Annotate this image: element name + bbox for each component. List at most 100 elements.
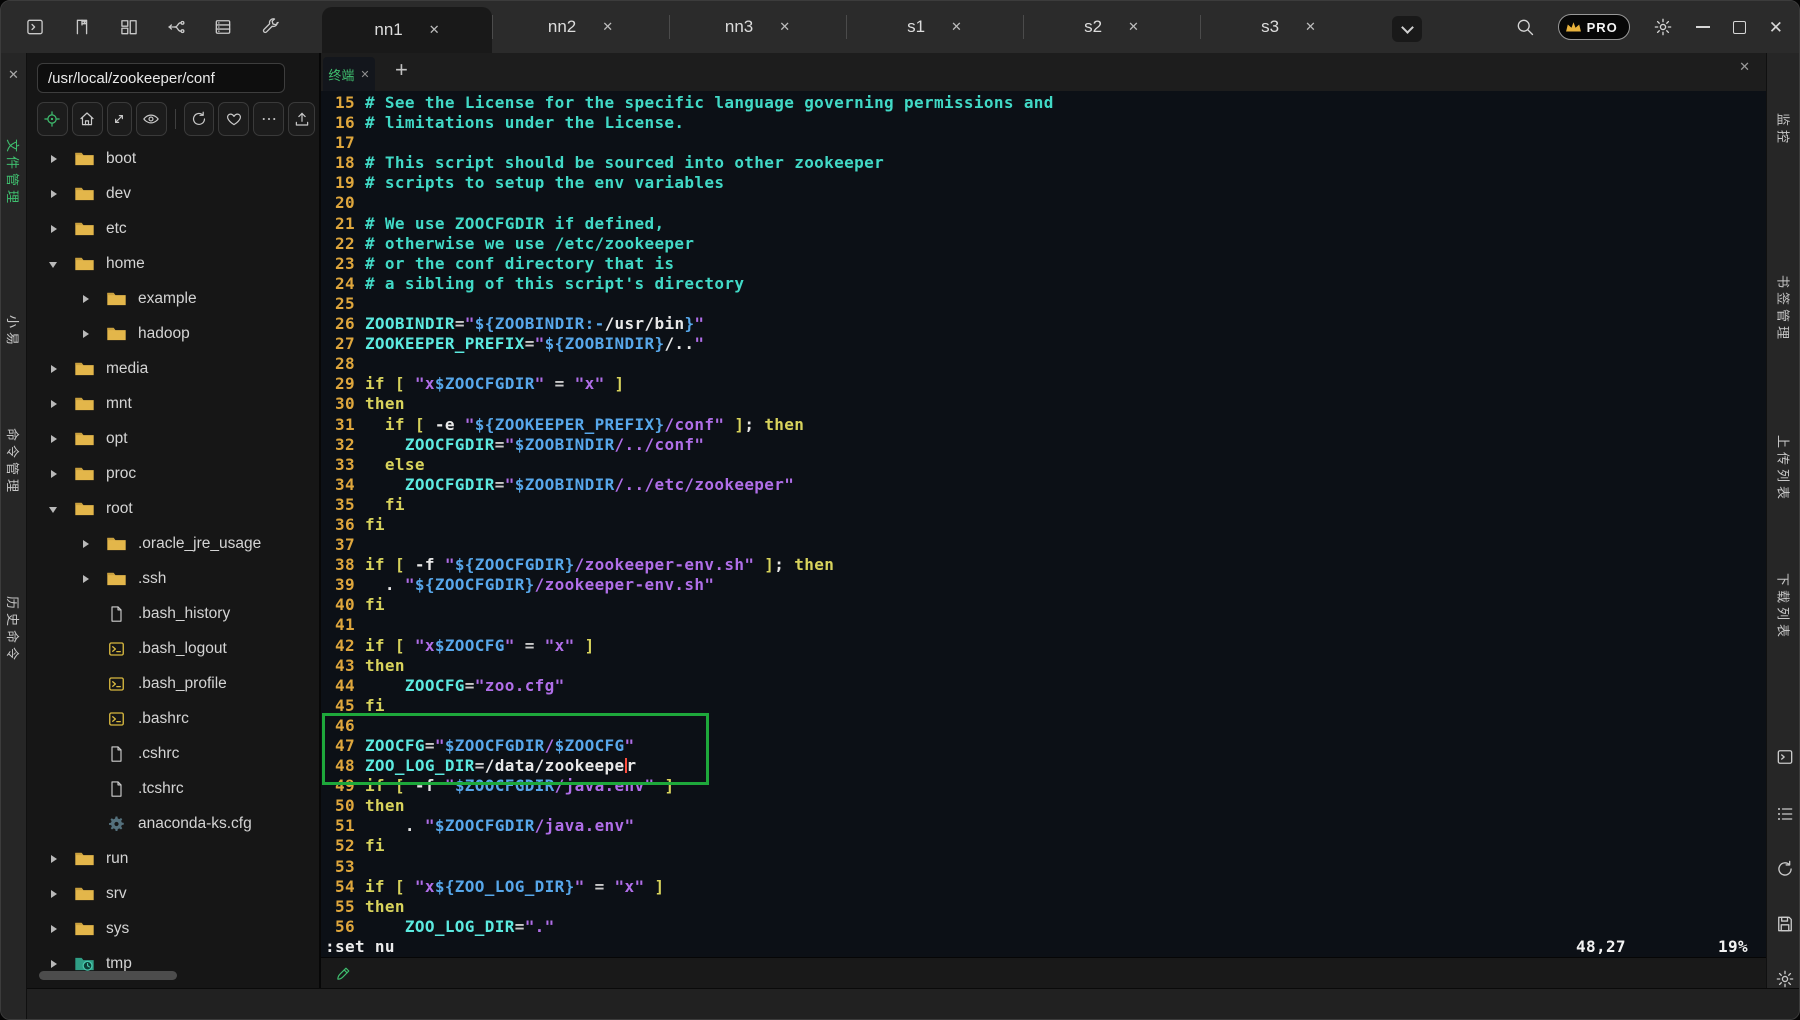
tab-s3[interactable]: s3✕	[1200, 1, 1377, 53]
refresh-icon[interactable]	[1775, 859, 1795, 879]
terminal-window-icon[interactable]	[25, 17, 45, 37]
code-token: ${ZOOCFGDIR}	[455, 555, 575, 574]
close-icon[interactable]: ✕	[1769, 19, 1783, 36]
wrench-icon[interactable]	[260, 17, 280, 37]
tab-nn1[interactable]: nn1✕	[322, 7, 492, 53]
terminal-icon[interactable]	[1775, 747, 1795, 767]
maximize-icon[interactable]	[1733, 21, 1746, 34]
refresh-button[interactable]	[184, 102, 215, 136]
panel-close-icon[interactable]: ✕	[8, 67, 19, 83]
tree-item-.bash_logout[interactable]: .bash_logout	[27, 631, 319, 666]
tree-item-srv[interactable]: srv	[27, 876, 319, 911]
tab-list-dropdown-button[interactable]	[1392, 16, 1422, 42]
terminal-panel-close-icon[interactable]: ✕	[1739, 59, 1750, 75]
tree-item-.bash_profile[interactable]: .bash_profile	[27, 666, 319, 701]
expand-arrow-icon[interactable]	[49, 959, 59, 969]
sidebar-item-监控[interactable]: 监控	[1775, 113, 1794, 147]
eye-button[interactable]	[136, 102, 167, 136]
upload-button[interactable]	[288, 102, 315, 136]
flow-branch-icon[interactable]	[166, 17, 186, 37]
tree-item-media[interactable]: media	[27, 351, 319, 386]
tree-item-boot[interactable]: boot	[27, 141, 319, 176]
expand-arrow-icon[interactable]	[81, 329, 91, 339]
tab-s1[interactable]: s1✕	[846, 1, 1023, 53]
expand-arrow-icon[interactable]	[49, 189, 59, 199]
layout-grid-icon[interactable]	[119, 17, 139, 37]
tab-close-icon[interactable]: ✕	[779, 19, 790, 35]
tree-item-.cshrc[interactable]: .cshrc	[27, 736, 319, 771]
tree-item-run[interactable]: run	[27, 841, 319, 876]
tree-item-dev[interactable]: dev	[27, 176, 319, 211]
collapse-arrow-icon[interactable]	[49, 259, 59, 269]
expand-arrow-icon[interactable]	[49, 434, 59, 444]
tree-item-proc[interactable]: proc	[27, 456, 319, 491]
pro-badge[interactable]: PRO	[1558, 14, 1630, 40]
locate-button[interactable]	[37, 102, 68, 136]
tree-item-sys[interactable]: sys	[27, 911, 319, 946]
sidebar-item-下载列表[interactable]: 下载列表	[1775, 573, 1794, 641]
expand-arrow-icon[interactable]	[49, 924, 59, 934]
tree-item-etc[interactable]: etc	[27, 211, 319, 246]
tree-item-anaconda-ks.cfg[interactable]: anaconda-ks.cfg	[27, 806, 319, 841]
terminal-screen[interactable]: 15 # See the License for the specific la…	[321, 91, 1766, 957]
expand-arrow-icon[interactable]	[49, 364, 59, 374]
expand-arrow-icon[interactable]	[81, 294, 91, 304]
tab-close-icon[interactable]: ✕	[951, 19, 962, 35]
expand-arrow-icon[interactable]	[49, 399, 59, 409]
minimize-icon[interactable]	[1696, 26, 1710, 28]
settings-gear-icon[interactable]	[1775, 969, 1795, 989]
tree-item-.oracle_jre_usage[interactable]: .oracle_jre_usage	[27, 526, 319, 561]
tree-item-.bashrc[interactable]: .bashrc	[27, 701, 319, 736]
terminal-tab-close-icon[interactable]: ✕	[360, 68, 369, 81]
save-icon[interactable]	[1775, 914, 1795, 934]
tree-item-mnt[interactable]: mnt	[27, 386, 319, 421]
new-terminal-button[interactable]: +	[395, 57, 408, 83]
settings-gear-icon[interactable]	[1653, 17, 1673, 37]
sidebar-item-历史命令[interactable]: 历史命令	[4, 596, 23, 664]
bookmark-page-icon[interactable]	[72, 17, 92, 37]
sidebar-item-小易[interactable]: 小易	[4, 315, 23, 349]
tab-close-icon[interactable]: ✕	[1305, 19, 1316, 35]
resize-arrows-button[interactable]	[107, 102, 132, 136]
tree-item-.ssh[interactable]: .ssh	[27, 561, 319, 596]
tree-item-hadoop[interactable]: hadoop	[27, 316, 319, 351]
tree-item-root[interactable]: root	[27, 491, 319, 526]
code-token: $ZOOCFGDIR	[435, 816, 535, 835]
tree-item-opt[interactable]: opt	[27, 421, 319, 456]
tree-item-.tcshrc[interactable]: .tcshrc	[27, 771, 319, 806]
highlighter-pen-icon[interactable]	[335, 965, 352, 982]
terminal-tab[interactable]: 终端 ✕	[323, 57, 375, 91]
expand-arrow-icon[interactable]	[49, 889, 59, 899]
tab-close-icon[interactable]: ✕	[1128, 19, 1139, 35]
sidebar-item-书签管理[interactable]: 书签管理	[1775, 275, 1794, 343]
expand-arrow-icon[interactable]	[49, 154, 59, 164]
tab-close-icon[interactable]: ✕	[602, 19, 613, 35]
collapse-arrow-icon[interactable]	[49, 504, 59, 514]
tree-item-home[interactable]: home	[27, 246, 319, 281]
expand-arrow-icon[interactable]	[49, 224, 59, 234]
sidebar-item-文件管理[interactable]: 文件管理	[4, 139, 23, 207]
tab-close-icon[interactable]: ✕	[429, 22, 440, 38]
shell-icon	[106, 710, 127, 728]
expand-arrow-icon[interactable]	[81, 539, 91, 549]
expand-arrow-icon	[81, 644, 91, 654]
tree-item-.bash_history[interactable]: .bash_history	[27, 596, 319, 631]
horizontal-scrollbar[interactable]	[39, 971, 177, 980]
expand-arrow-icon[interactable]	[49, 469, 59, 479]
home-button[interactable]	[72, 102, 103, 136]
sidebar-item-命令管理[interactable]: 命令管理	[4, 428, 23, 496]
path-input[interactable]: /usr/local/zookeeper/conf	[37, 63, 285, 93]
tree-item-example[interactable]: example	[27, 281, 319, 316]
expand-arrow-icon[interactable]	[81, 574, 91, 584]
expand-arrow-icon[interactable]	[49, 854, 59, 864]
shell-icon	[106, 675, 127, 693]
ellipsis-button[interactable]	[253, 102, 284, 136]
heart-button[interactable]	[218, 102, 249, 136]
tab-s2[interactable]: s2✕	[1023, 1, 1200, 53]
tab-nn2[interactable]: nn2✕	[492, 1, 669, 53]
tab-nn3[interactable]: nn3✕	[669, 1, 846, 53]
task-list-icon[interactable]	[1775, 804, 1795, 824]
search-icon[interactable]	[1515, 17, 1535, 37]
server-list-icon[interactable]	[213, 17, 233, 37]
sidebar-item-上传列表[interactable]: 上传列表	[1775, 435, 1794, 503]
